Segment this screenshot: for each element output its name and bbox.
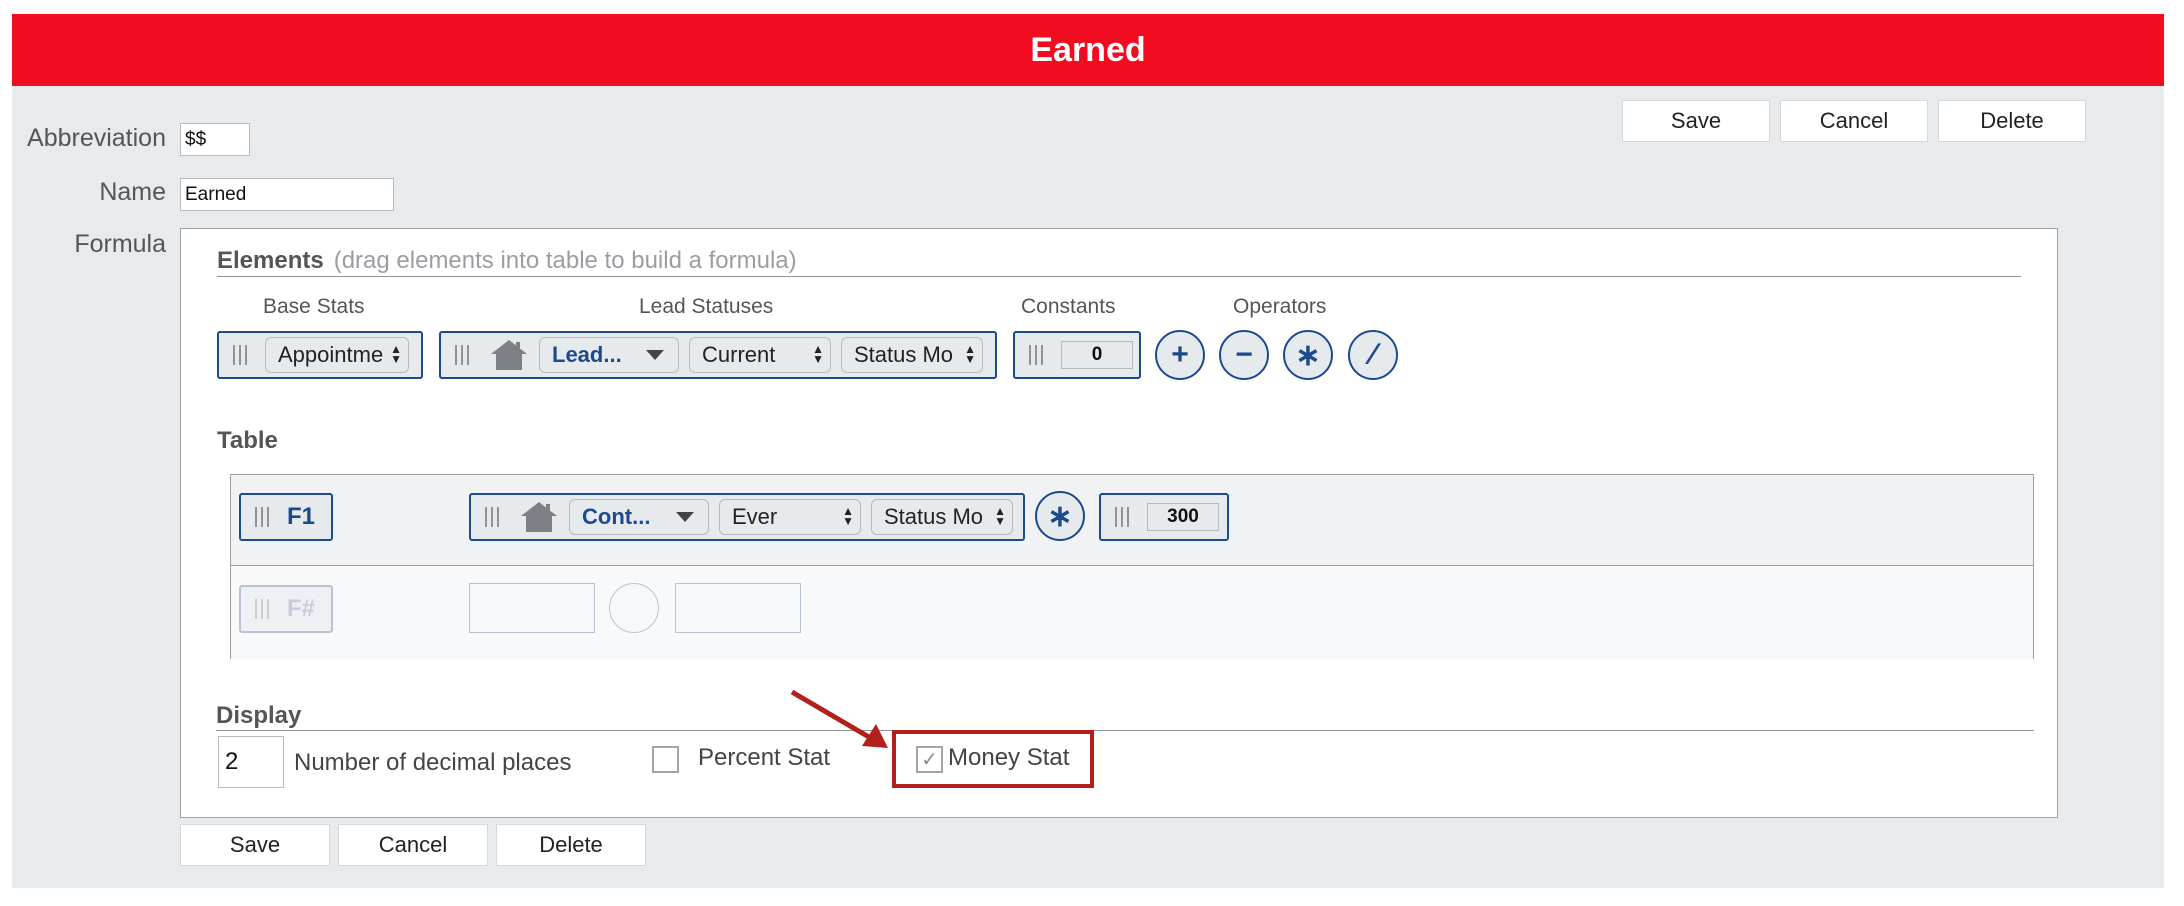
name-input[interactable] xyxy=(180,178,394,211)
display-divider xyxy=(216,730,2034,731)
formula-table: F1 Cont... Ever ▲ ▼ Status Mo ▲ ▼ ∗ 300 … xyxy=(230,474,2034,659)
stepper-arrows-icon: ▲ ▼ xyxy=(842,504,854,528)
stepper-arrows-icon: ▲ ▼ xyxy=(390,342,402,366)
table-title: Table xyxy=(217,427,278,454)
lead-statuses-element[interactable]: Lead... Current ▲ ▼ Status Mo ▲ ▼ xyxy=(439,331,997,379)
constant-element[interactable]: 0 xyxy=(1013,331,1141,379)
multiply-operator-icon[interactable]: ∗ xyxy=(1283,330,1333,380)
stepper-arrows-icon: ▲ ▼ xyxy=(994,504,1006,528)
annotation-arrow-icon xyxy=(790,689,888,748)
constant-value[interactable]: 0 xyxy=(1061,341,1133,369)
row-id-label: F# xyxy=(287,595,316,622)
formula-label: Formula xyxy=(74,230,166,258)
decimal-places-input[interactable] xyxy=(218,736,284,788)
status-mode-select[interactable]: Status Mo ▲ ▼ xyxy=(871,499,1013,535)
display-title: Display xyxy=(216,702,302,729)
table-row: F1 Cont... Ever ▲ ▼ Status Mo ▲ ▼ ∗ 300 xyxy=(231,475,2033,566)
minus-operator-icon[interactable]: − xyxy=(1219,330,1269,380)
highlight-box xyxy=(892,730,1094,788)
base-stats-label: Base Stats xyxy=(263,295,365,318)
row-id-element[interactable]: F1 xyxy=(239,493,333,541)
drag-handle-icon[interactable] xyxy=(485,507,499,527)
drag-handle-icon[interactable] xyxy=(1029,345,1043,365)
drag-handle-icon[interactable] xyxy=(455,345,469,365)
cancel-button-bottom[interactable]: Cancel xyxy=(338,824,488,866)
abbreviation-label: Abbreviation xyxy=(27,124,166,152)
abbreviation-input[interactable] xyxy=(180,123,250,156)
title-bar: Earned xyxy=(12,14,2164,86)
stepper-arrows-icon: ▲ ▼ xyxy=(964,342,976,366)
table-row-empty: F# xyxy=(231,567,2033,659)
decimal-places-label: Number of decimal places xyxy=(294,749,572,776)
element-drop-target[interactable] xyxy=(469,583,595,633)
constant-element[interactable]: 300 xyxy=(1099,493,1229,541)
percent-stat-checkbox[interactable] xyxy=(652,746,679,773)
elements-divider xyxy=(217,276,2021,277)
lead-statuses-label: Lead Statuses xyxy=(639,295,774,318)
drag-handle-icon xyxy=(255,599,269,619)
divide-operator-icon[interactable]: ∕ xyxy=(1348,330,1398,380)
lead-select[interactable]: Cont... xyxy=(569,499,709,535)
delete-button-top[interactable]: Delete xyxy=(1938,100,2086,142)
house-icon xyxy=(521,502,557,532)
chevron-down-icon xyxy=(676,512,694,522)
operators-label: Operators xyxy=(1233,295,1327,318)
row-id-placeholder[interactable]: F# xyxy=(239,585,333,633)
status-mode-select[interactable]: Status Mo ▲ ▼ xyxy=(841,337,983,373)
chevron-down-icon xyxy=(646,350,664,360)
drag-handle-icon[interactable] xyxy=(233,345,247,365)
base-stat-select[interactable]: Appointme ▲ ▼ xyxy=(265,337,409,373)
operator-drop-target[interactable] xyxy=(609,583,659,633)
element-drop-target[interactable] xyxy=(675,583,801,633)
multiply-operator-icon[interactable]: ∗ xyxy=(1035,491,1085,541)
drag-handle-icon[interactable] xyxy=(1115,507,1129,527)
stepper-arrows-icon: ▲ ▼ xyxy=(812,342,824,366)
constant-value[interactable]: 300 xyxy=(1147,503,1219,531)
elements-title: Elements (drag elements into table to bui… xyxy=(217,247,797,274)
time-period-select[interactable]: Current ▲ ▼ xyxy=(689,337,831,373)
save-button-top[interactable]: Save xyxy=(1622,100,1770,142)
name-label: Name xyxy=(99,178,166,206)
row-id-label: F1 xyxy=(287,503,316,530)
save-button-bottom[interactable]: Save xyxy=(180,824,330,866)
delete-button-bottom[interactable]: Delete xyxy=(496,824,646,866)
plus-operator-icon[interactable]: + xyxy=(1155,330,1205,380)
house-icon xyxy=(491,340,527,370)
page-title: Earned xyxy=(1030,30,1146,69)
cancel-button-top[interactable]: Cancel xyxy=(1780,100,1928,142)
time-period-select[interactable]: Ever ▲ ▼ xyxy=(719,499,861,535)
base-stats-element[interactable]: Appointme ▲ ▼ xyxy=(217,331,423,379)
lead-select[interactable]: Lead... xyxy=(539,337,679,373)
lead-statuses-element[interactable]: Cont... Ever ▲ ▼ Status Mo ▲ ▼ xyxy=(469,493,1025,541)
constants-label: Constants xyxy=(1021,295,1116,318)
elements-hint: (drag elements into table to build a for… xyxy=(333,247,797,274)
drag-handle-icon[interactable] xyxy=(255,507,269,527)
